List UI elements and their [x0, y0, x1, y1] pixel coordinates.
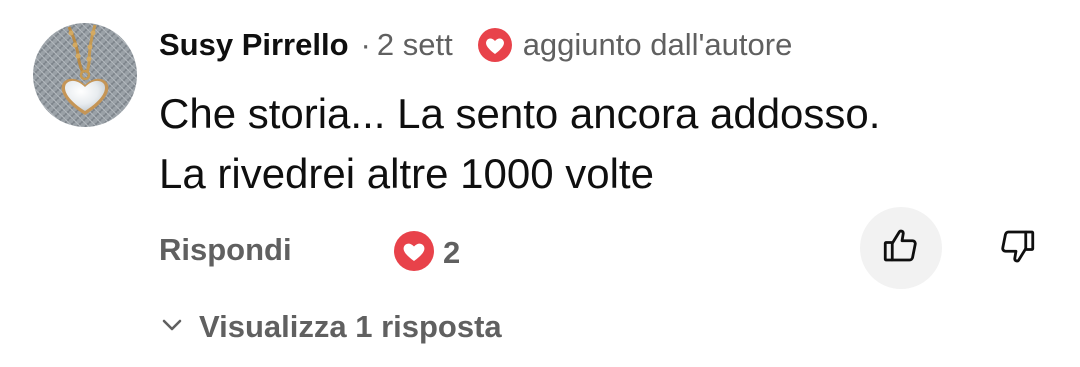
comment-item: Susy Pirrello · 2 sett aggiunto dall'aut…	[0, 0, 1080, 367]
author-name[interactable]: Susy Pirrello	[159, 27, 349, 63]
separator-dot: ·	[360, 27, 371, 62]
hearted-by-author-label: aggiunto dall'autore	[522, 27, 793, 62]
comment-text-line: La rivedrei altre 1000 volte	[159, 150, 654, 197]
thumb-up-icon	[880, 225, 922, 272]
comment-text-line: Che storia... La sento ancora addosso.	[159, 90, 881, 137]
avatar[interactable]	[33, 23, 137, 127]
view-replies-button[interactable]: Visualizza 1 risposta	[159, 304, 502, 350]
chevron-down-icon	[159, 312, 185, 343]
heart-pendant-avatar-image	[33, 23, 137, 127]
love-reaction[interactable]: 2	[393, 230, 460, 276]
view-replies-label: Visualizza 1 risposta	[199, 309, 502, 344]
dislike-button[interactable]	[976, 207, 1058, 289]
like-button[interactable]	[860, 207, 942, 289]
heart-reaction-icon	[393, 230, 435, 277]
thumb-down-icon	[996, 225, 1038, 272]
comment-text: Che storia... La sento ancora addosso. L…	[159, 84, 1039, 204]
love-count: 2	[443, 235, 461, 270]
timestamp[interactable]: 2 sett	[377, 27, 453, 63]
reply-button[interactable]: Rispondi	[159, 227, 292, 273]
comment-header: Susy Pirrello · 2 sett aggiunto dall'aut…	[159, 23, 792, 67]
heart-badge-icon	[477, 27, 513, 63]
